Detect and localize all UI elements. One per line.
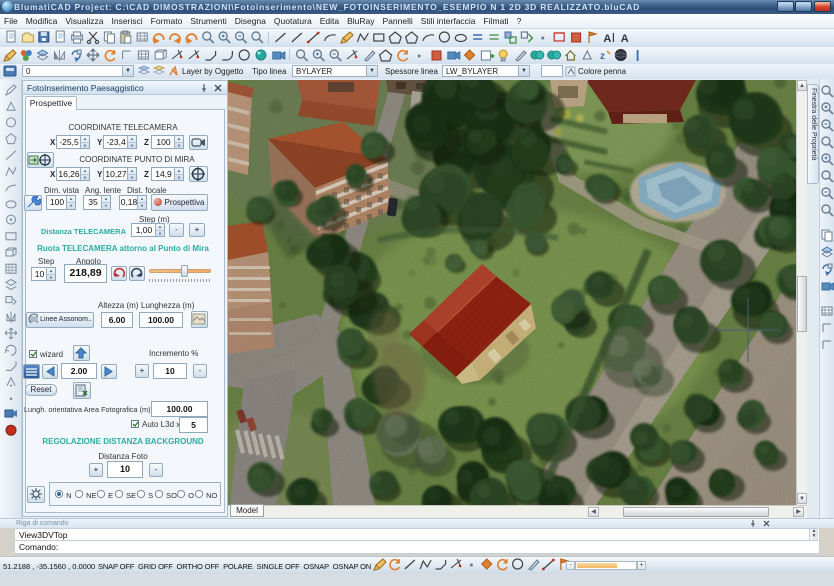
svg-text:z: z <box>600 51 605 62</box>
svg-text:A: A <box>621 33 629 45</box>
svg-text:A: A <box>603 33 611 45</box>
